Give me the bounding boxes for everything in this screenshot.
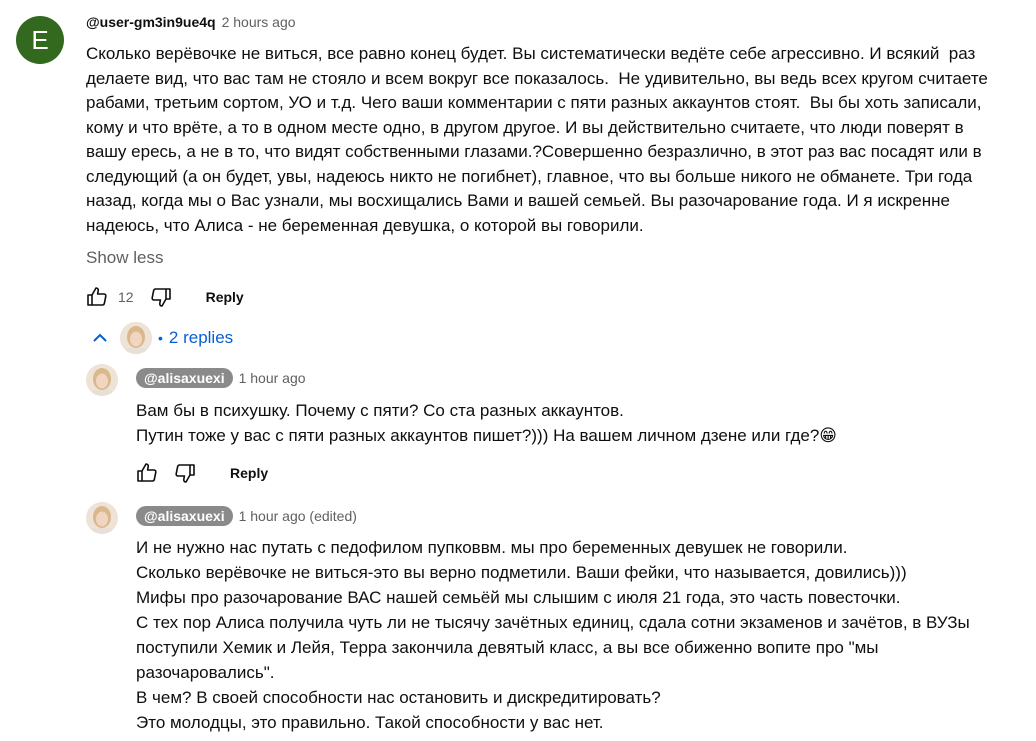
replies-count-button[interactable]: 2 replies [169, 328, 233, 348]
avatar[interactable] [86, 502, 118, 534]
author-name[interactable]: @user-gm3in9ue4q [86, 14, 216, 30]
reply-text: Вам бы в психушку. Почему с пяти? Со ста… [136, 401, 838, 445]
like-icon[interactable] [84, 284, 110, 310]
reply-button[interactable]: Reply [206, 289, 244, 305]
avatar[interactable]: E [16, 16, 64, 64]
reply-avatar-thumb [120, 322, 152, 354]
comment-header: @user-gm3in9ue4q 2 hours ago [86, 14, 296, 30]
reply-header: @alisaxuexi 1 hour ago (edited) [136, 506, 357, 526]
comment-text: Сколько верёвочке не виться, все равно к… [86, 44, 988, 235]
author-badge[interactable]: @alisaxuexi [136, 368, 233, 388]
comment-time[interactable]: 2 hours ago [222, 14, 296, 30]
author-badge[interactable]: @alisaxuexi [136, 506, 233, 526]
reply-text: И не нужно нас путать с педофилом пупков… [136, 538, 970, 732]
replies-toggle[interactable]: • 2 replies [88, 322, 233, 354]
like-icon[interactable] [134, 460, 160, 486]
reply-header: @alisaxuexi 1 hour ago [136, 368, 306, 388]
separator-dot: • [158, 330, 163, 346]
dislike-icon[interactable] [148, 284, 174, 310]
show-less-button[interactable]: Show less [86, 248, 163, 268]
reply-button[interactable]: Reply [230, 465, 268, 481]
avatar[interactable] [86, 364, 118, 396]
like-count: 12 [118, 289, 134, 305]
reply-time[interactable]: 1 hour ago (edited) [239, 508, 357, 524]
dislike-icon[interactable] [172, 460, 198, 486]
comment-toolbar: 12 Reply [84, 284, 244, 310]
reply-toolbar: Reply [134, 460, 268, 486]
chevron-up-icon[interactable] [88, 326, 112, 350]
reply-time[interactable]: 1 hour ago [239, 370, 306, 386]
